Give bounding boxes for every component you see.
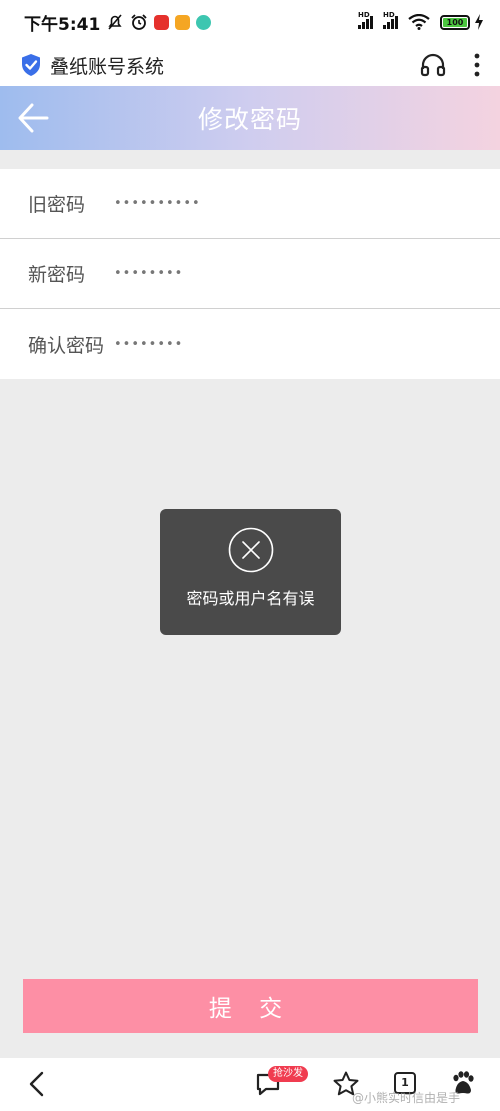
more-vertical-icon[interactable] (474, 53, 480, 77)
chat-app-icon (196, 14, 212, 30)
alarm-icon (131, 14, 147, 30)
nav-back-icon[interactable] (26, 1070, 48, 1098)
headphones-icon[interactable] (420, 53, 446, 77)
new-password-row: 新密码 (0, 239, 500, 309)
wifi-icon (408, 14, 430, 30)
status-time: 下午5:41 (24, 14, 101, 35)
bell-off-icon (108, 14, 122, 30)
charging-icon (475, 14, 483, 30)
status-system-icons: HD HD 100 (358, 11, 484, 30)
page-title: 修改密码 (197, 105, 302, 134)
error-toast: 密码或用户名有误 (160, 509, 341, 635)
hd-signal-icon: HD (383, 11, 398, 29)
old-password-input[interactable] (114, 183, 414, 224)
page-header: 修改密码 (0, 86, 500, 150)
old-password-label: 旧密码 (28, 194, 86, 216)
toast-message: 密码或用户名有误 (186, 589, 315, 608)
confirm-password-label: 确认密码 (28, 334, 105, 357)
browser-bar: 叠纸账号系统 (0, 44, 500, 86)
new-password-label: 新密码 (28, 264, 86, 286)
site-title: 叠纸账号系统 (50, 55, 165, 78)
error-x-circle-icon (228, 527, 273, 573)
confirm-password-row: 确认密码 (0, 309, 500, 379)
shield-check-icon (22, 54, 40, 76)
hd-signal-icon: HD (358, 11, 373, 29)
watermark: @小熊实时信由是手 (352, 1091, 461, 1105)
old-password-row: 旧密码 (0, 169, 500, 239)
notes-app-icon (175, 14, 191, 30)
password-form: 旧密码 新密码 确认密码 (0, 169, 500, 379)
status-bar: 下午5:41 HD HD 100 (0, 0, 500, 44)
battery-icon: 100 (440, 14, 470, 30)
back-arrow-icon[interactable] (14, 100, 50, 136)
confirm-password-input[interactable] (114, 324, 414, 364)
new-password-input[interactable] (114, 253, 414, 294)
submit-button[interactable]: 提 交 (23, 979, 478, 1033)
netease-music-icon (154, 14, 170, 30)
battery-level: 100 (443, 17, 467, 27)
comment-badge: 抢沙发 (268, 1066, 308, 1082)
status-notification-icons (106, 13, 212, 31)
